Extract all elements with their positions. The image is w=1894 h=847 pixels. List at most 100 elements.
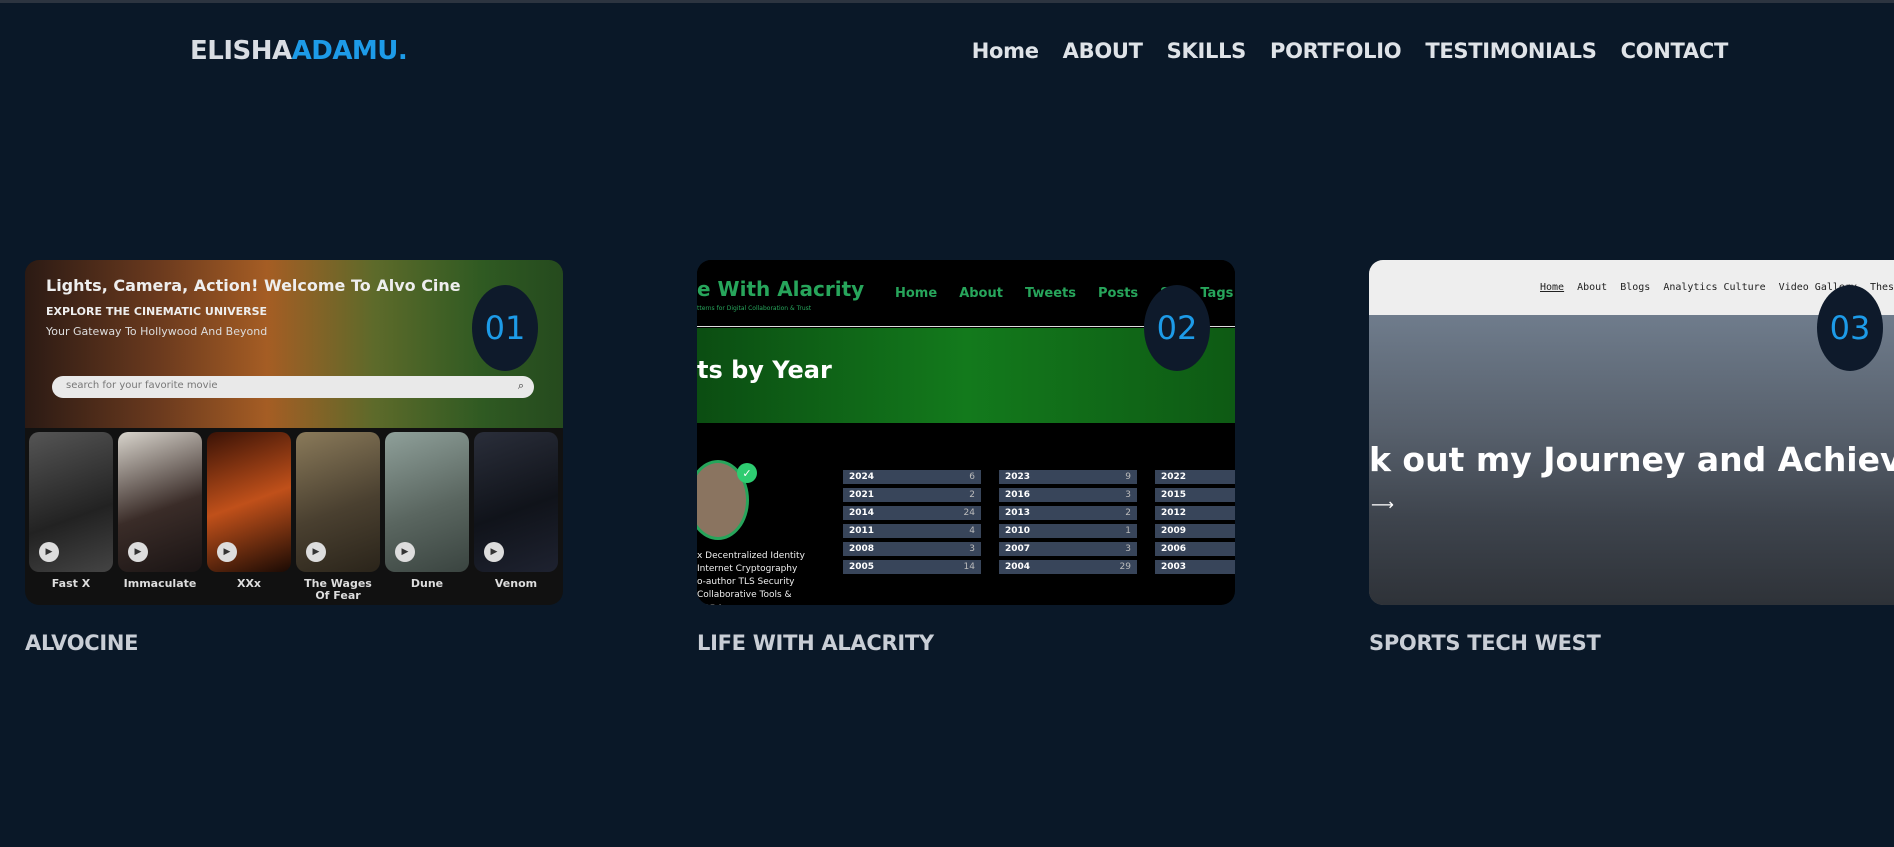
year-label: 2022 (1161, 472, 1187, 482)
year-count: 2 (1125, 508, 1131, 518)
alacrity-banner-title: ts by Year (697, 356, 832, 384)
year-cell[interactable]: 2023 9 (999, 470, 1137, 484)
year-count: 9 (1125, 472, 1131, 482)
year-cell[interactable]: 2021 2 (843, 488, 981, 502)
movie-card[interactable]: ▶ XXx (207, 432, 291, 602)
play-icon[interactable]: ▶ (39, 542, 59, 562)
year-cell[interactable]: 2006 (1155, 542, 1235, 556)
year-cell[interactable]: 2013 2 (999, 506, 1137, 520)
movie-poster: ▶ (385, 432, 469, 572)
year-label: 2014 (849, 508, 875, 518)
year-cell[interactable]: 2011 4 (843, 524, 981, 538)
stw-nav-item[interactable]: Blogs (1620, 282, 1650, 293)
year-cell[interactable]: 2005 14 (843, 560, 981, 574)
bio-line: o-author TLS Security (697, 577, 795, 587)
alacrity-site-subtitle: tterns for Digital Collaboration & Trust (697, 305, 812, 312)
play-icon[interactable]: ▶ (217, 542, 237, 562)
movie-poster: ▶ (207, 432, 291, 572)
alacrity-nav-item[interactable]: About (959, 286, 1003, 301)
play-icon[interactable]: ▶ (306, 542, 326, 562)
year-label: 2007 (1005, 544, 1031, 554)
play-icon[interactable]: ▶ (128, 542, 148, 562)
logo-first: ELISHA (190, 36, 292, 66)
year-cell[interactable]: 2016 3 (999, 488, 1137, 502)
movie-title: Venom (494, 577, 538, 590)
year-row: 2005 14 2004 29 2003 (843, 560, 1235, 574)
year-count: 4 (969, 526, 975, 536)
alacrity-nav-item[interactable]: Tweets (1025, 286, 1076, 301)
project-title[interactable]: ALVOCINE (25, 631, 139, 655)
stw-headline: k out my Journey and Achievemen (1369, 440, 1894, 479)
stw-nav-item[interactable]: Home (1540, 282, 1564, 293)
project-card-sports-tech-west[interactable]: Home About Blogs Analytics Culture Video… (1369, 260, 1894, 605)
movie-card[interactable]: ▶ Venom (474, 432, 558, 602)
year-label: 2009 (1161, 526, 1187, 536)
year-label: 2023 (1005, 472, 1031, 482)
site-logo[interactable]: ELISHAADAMU. (190, 36, 408, 66)
year-cell[interactable]: 2015 (1155, 488, 1235, 502)
year-cell[interactable]: 2022 (1155, 470, 1235, 484)
year-label: 2005 (849, 562, 875, 572)
year-count: 2 (969, 490, 975, 500)
movie-card[interactable]: ▶ Immaculate (118, 432, 202, 602)
alvocine-heading: Lights, Camera, Action! Welcome To Alvo … (46, 276, 461, 295)
stw-hero-photo: k out my Journey and Achievemen ⟶ (1369, 315, 1894, 605)
nav-portfolio[interactable]: PORTFOLIO (1270, 39, 1402, 63)
project-title[interactable]: LIFE WITH ALACRITY (697, 631, 934, 655)
year-label: 2013 (1005, 508, 1031, 518)
nav-home[interactable]: Home (972, 39, 1039, 63)
year-cell[interactable]: 2008 3 (843, 542, 981, 556)
bio-year: 2024 (697, 602, 805, 605)
play-icon[interactable]: ▶ (395, 542, 415, 562)
bio-line: Internet Cryptography (697, 564, 798, 574)
play-icon[interactable]: ▶ (484, 542, 504, 562)
project-title[interactable]: SPORTS TECH WEST (1369, 631, 1601, 655)
movie-poster: ▶ (29, 432, 113, 572)
nav-about[interactable]: ABOUT (1063, 39, 1143, 63)
nav-skills[interactable]: SKILLS (1167, 39, 1247, 63)
posts-by-year-grid: 2024 6 2023 9 2022 2021 2 2016 3 2015 2014 24… (843, 470, 1235, 578)
stw-nav-item[interactable]: Analytics Culture (1663, 282, 1765, 293)
year-cell[interactable]: 2024 6 (843, 470, 981, 484)
year-cell[interactable]: 2014 24 (843, 506, 981, 520)
main-nav: Home ABOUT SKILLS PORTFOLIO TESTIMONIALS… (972, 39, 1729, 63)
alvocine-tagline: Your Gateway To Hollywood And Beyond (46, 325, 268, 338)
stw-nav-item[interactable]: Theses a (1870, 282, 1894, 293)
project-number-badge: 01 (472, 285, 538, 371)
year-label: 2006 (1161, 544, 1187, 554)
year-count: 1 (1125, 526, 1131, 536)
year-cell[interactable]: 2007 3 (999, 542, 1137, 556)
nav-testimonials[interactable]: TESTIMONIALS (1425, 39, 1597, 63)
movie-card[interactable]: ▶ Fast X (29, 432, 113, 602)
movie-title: Dune (410, 577, 444, 590)
alacrity-nav-item[interactable]: Home (895, 286, 937, 301)
alvocine-search-input[interactable]: search for your favorite movie ⌕ (52, 376, 534, 398)
bio-line: x Decentralized Identity (697, 551, 805, 561)
movie-card[interactable]: ▶ Dune (385, 432, 469, 602)
project-card-life-with-alacrity[interactable]: e With Alacrity tterns for Digital Colla… (697, 260, 1235, 605)
stw-nav-item[interactable]: About (1577, 282, 1607, 293)
search-icon[interactable]: ⌕ (518, 379, 524, 393)
alacrity-site-title: e With Alacrity (697, 277, 865, 301)
project-card-alvocine[interactable]: Lights, Camera, Action! Welcome To Alvo … (25, 260, 563, 605)
year-count: 3 (1125, 544, 1131, 554)
year-count: 14 (963, 562, 975, 572)
nav-contact[interactable]: CONTACT (1621, 39, 1729, 63)
year-label: 2024 (849, 472, 875, 482)
movie-row: ▶ Fast X ▶ Immaculate ▶ XXx ▶ The Wages Of F… (29, 432, 558, 602)
arrow-right-icon[interactable]: ⟶ (1371, 495, 1394, 514)
year-cell[interactable]: 2009 (1155, 524, 1235, 538)
project-number-badge: 03 (1817, 285, 1883, 371)
year-count: 29 (1119, 562, 1131, 572)
movie-card[interactable]: ▶ The Wages Of Fear (296, 432, 380, 602)
alacrity-nav-item[interactable]: Posts (1098, 286, 1138, 301)
year-cell[interactable]: 2004 29 (999, 560, 1137, 574)
year-cell[interactable]: 2003 (1155, 560, 1235, 574)
year-label: 2003 (1161, 562, 1187, 572)
year-row: 2021 2 2016 3 2015 (843, 488, 1235, 502)
movie-title: Fast X (51, 577, 91, 590)
alvocine-subheading: EXPLORE THE CINEMATIC UNIVERSE (46, 305, 268, 318)
year-cell[interactable]: 2012 (1155, 506, 1235, 520)
year-cell[interactable]: 2010 1 (999, 524, 1137, 538)
alacrity-nav-item[interactable]: Tags (1200, 286, 1233, 301)
